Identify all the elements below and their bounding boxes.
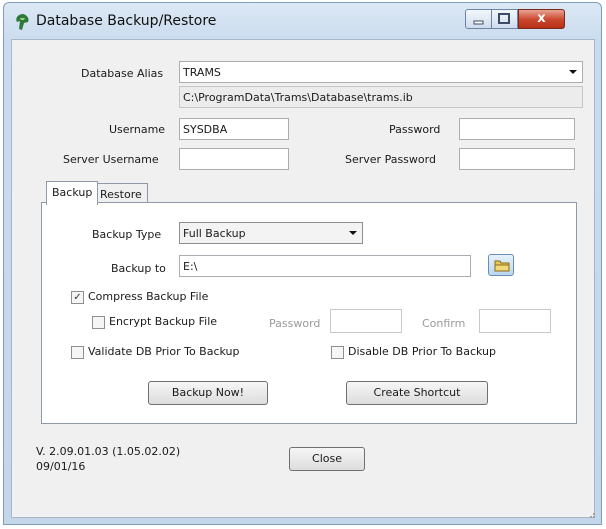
minimize-icon xyxy=(473,20,484,25)
server-username-label: Server Username xyxy=(63,153,159,166)
close-window-button[interactable]: x xyxy=(518,9,565,29)
encrypt-checkbox[interactable] xyxy=(92,316,105,329)
checkmark-icon: ✓ xyxy=(73,292,82,303)
database-alias-combo[interactable]: TRAMS xyxy=(179,61,583,83)
server-password-field[interactable] xyxy=(459,148,575,170)
backup-now-label: Backup Now! xyxy=(171,386,245,399)
title-bar[interactable]: Database Backup/Restore x xyxy=(4,3,601,39)
version-text: V. 2.09.01.03 (1.05.02.02) xyxy=(36,445,181,458)
compress-label: Compress Backup File xyxy=(88,290,209,303)
backup-to-label: Backup to xyxy=(111,262,166,275)
tab-backup[interactable]: Backup xyxy=(46,181,99,205)
database-path-field: C:\ProgramData\Trams\Database\trams.ib xyxy=(179,86,583,108)
close-button-label: Close xyxy=(312,452,342,465)
backup-now-button[interactable]: Backup Now! xyxy=(148,381,268,405)
database-alias-label: Database Alias xyxy=(81,67,164,80)
backup-to-field[interactable]: E:\ xyxy=(179,255,471,277)
tab-backup-label: Backup xyxy=(52,186,93,199)
browse-folder-button[interactable] xyxy=(488,254,514,276)
username-value: SYSDBA xyxy=(183,123,228,136)
backup-type-value: Full Backup xyxy=(183,227,246,240)
encrypt-confirm-label: Confirm xyxy=(422,317,466,330)
server-username-field[interactable] xyxy=(179,148,289,170)
build-date-text: 09/01/16 xyxy=(36,460,86,473)
encrypt-password-field[interactable] xyxy=(330,309,402,333)
password-label: Password xyxy=(389,123,441,136)
window-title: Database Backup/Restore xyxy=(36,13,217,29)
backup-to-value: E:\ xyxy=(183,260,198,273)
encrypt-confirm-field[interactable] xyxy=(479,309,551,333)
username-label: Username xyxy=(109,123,166,136)
dropdown-arrow-icon xyxy=(349,231,357,235)
database-alias-value: TRAMS xyxy=(183,66,221,79)
server-password-label: Server Password xyxy=(345,153,436,166)
maximize-button[interactable] xyxy=(492,9,518,29)
password-field[interactable] xyxy=(459,118,575,140)
validate-checkbox[interactable] xyxy=(71,346,84,359)
create-shortcut-button[interactable]: Create Shortcut xyxy=(346,381,488,405)
disable-label: Disable DB Prior To Backup xyxy=(348,345,496,358)
folder-icon xyxy=(494,260,510,272)
validate-label: Validate DB Prior To Backup xyxy=(88,345,240,358)
database-path-value: C:\ProgramData\Trams\Database\trams.ib xyxy=(183,91,413,104)
dropdown-arrow-icon xyxy=(569,70,577,74)
close-icon: x xyxy=(537,11,546,26)
resize-grip-icon[interactable] xyxy=(586,509,596,519)
tab-restore-label: Restore xyxy=(100,188,142,201)
create-shortcut-label: Create Shortcut xyxy=(373,386,461,399)
backup-type-combo[interactable]: Full Backup xyxy=(179,222,363,244)
encrypt-password-label: Password xyxy=(269,317,321,330)
compress-checkbox[interactable]: ✓ xyxy=(71,291,84,304)
backup-type-label: Backup Type xyxy=(92,228,162,241)
minimize-button[interactable] xyxy=(465,9,492,29)
encrypt-label: Encrypt Backup File xyxy=(109,315,218,328)
disable-checkbox[interactable] xyxy=(331,346,344,359)
close-button[interactable]: Close xyxy=(289,447,365,471)
app-icon xyxy=(16,14,29,30)
username-field[interactable]: SYSDBA xyxy=(179,118,289,140)
maximize-icon xyxy=(498,13,510,24)
